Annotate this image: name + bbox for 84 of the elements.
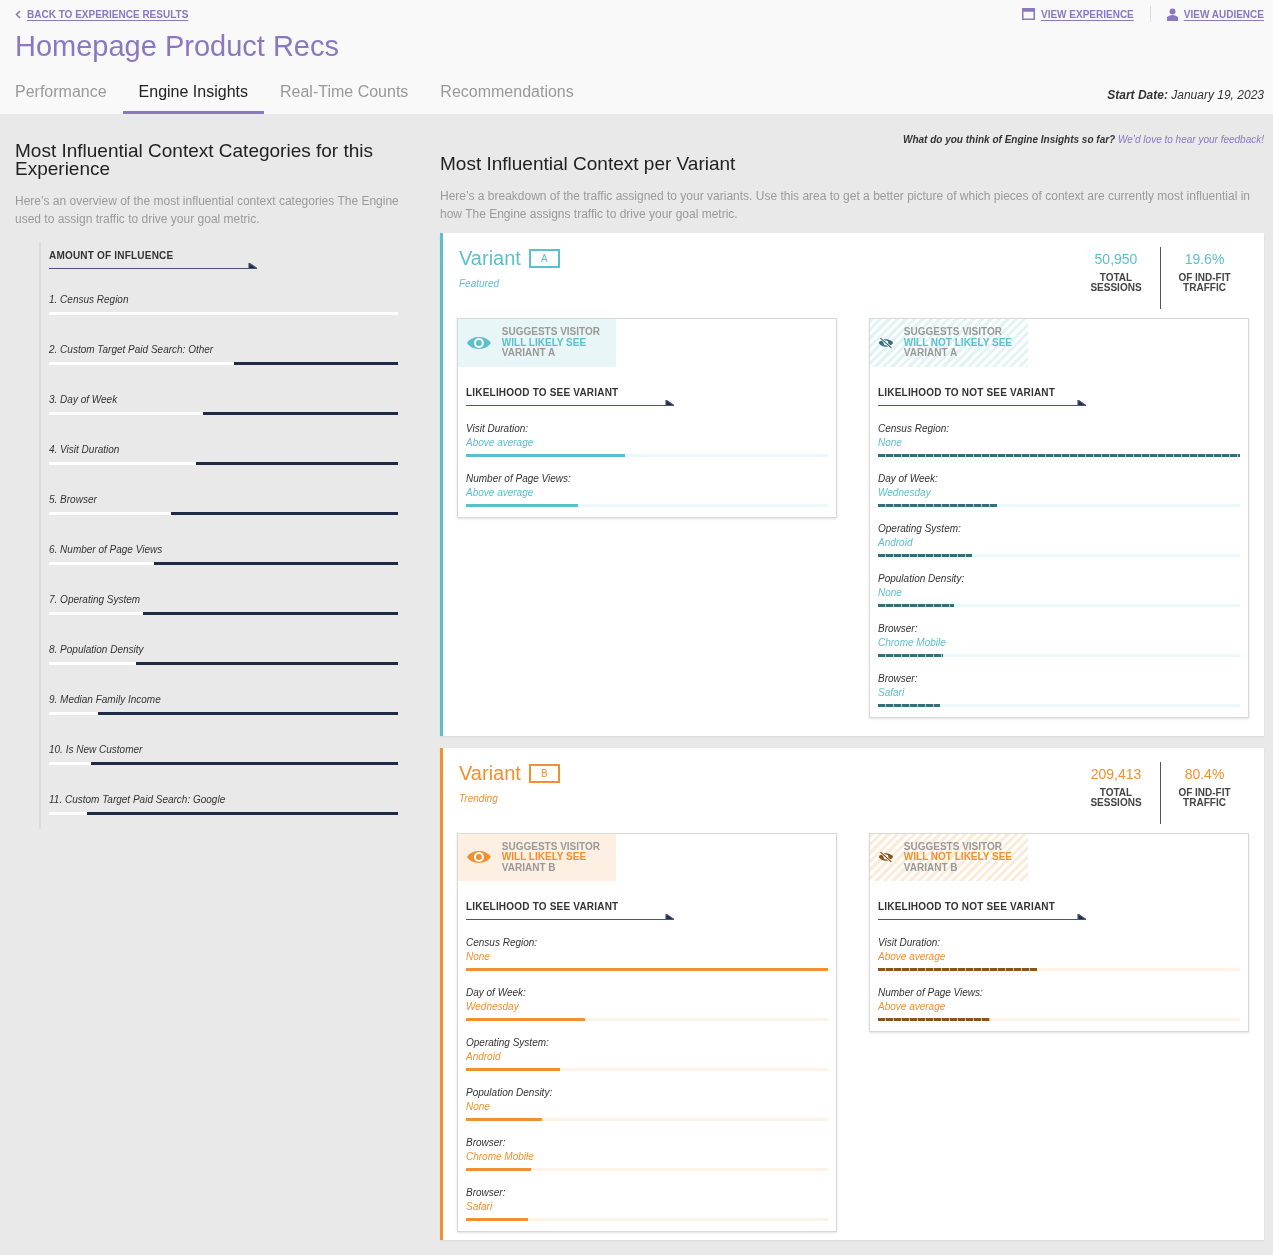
variant-name: Variant: [459, 247, 521, 270]
context-value: Above average: [878, 951, 947, 962]
context-label: Day of Week:: [466, 987, 527, 998]
browser-window-icon: [1022, 8, 1035, 20]
suggestion-badge: SUGGESTS VISITOR WILL NOT LIKELY SEE VARIANT A: [870, 319, 1028, 367]
axis-label: LIKELIHOOD TO SEE VARIANT: [466, 901, 620, 912]
category-label: 11. Custom Target Paid Search: Google: [49, 794, 227, 805]
tab[interactable]: Real-Time Counts: [264, 71, 425, 114]
category-label: 2. Custom Target Paid Search: Other: [49, 344, 215, 355]
context-label: Population Density:: [878, 572, 966, 584]
stat-label: OF IND-FIT TRAFFIC: [1177, 787, 1232, 808]
traffic-share: 80.4%: [1184, 765, 1225, 782]
context-value: Chrome Mobile: [878, 636, 947, 648]
context-label: Visit Duration:: [466, 422, 530, 434]
context-value: Above average: [878, 1001, 947, 1012]
axis-label: LIKELIHOOD TO NOT SEE VARIANT: [878, 386, 1057, 398]
context-label: Browser:: [878, 672, 919, 684]
category-label: 7. Operating System: [49, 594, 142, 605]
axis-label: LIKELIHOOD TO SEE VARIANT: [466, 386, 620, 398]
context-value: None: [878, 436, 903, 448]
feedback-prompt: What do you think of Engine Insights so far? We’d love to hear your feedback!: [902, 134, 1264, 145]
section-description: Here’s a breakdown of the traffic assigned to your variants. Use this area to get a better picture of which pieces of context are currently most influential in how The Engine assigns traffic to drive your goal metric.: [440, 188, 1251, 223]
context-value: None: [466, 951, 491, 962]
context-value: Safari: [466, 1201, 494, 1212]
context-value: Android: [878, 536, 914, 548]
section-heading: Most Influential Context Categories for this Experience: [15, 142, 374, 178]
context-label: Census Region:: [466, 937, 539, 948]
stat-label: TOTAL SESSIONS: [1089, 787, 1143, 808]
context-label: Operating System:: [878, 522, 962, 534]
context-value: Chrome Mobile: [466, 1151, 535, 1162]
feedback-link[interactable]: We’d love to hear your feedback!: [1118, 134, 1264, 145]
context-label: Browser:: [466, 1137, 507, 1148]
context-value: Wednesday: [878, 486, 932, 498]
stat-label: OF IND-FIT TRAFFIC: [1177, 273, 1232, 293]
header-link[interactable]: VIEW EXPERIENCE: [1022, 8, 1134, 20]
context-label: Operating System:: [466, 1037, 550, 1048]
category-label: 6. Number of Page Views: [49, 544, 164, 555]
context-value: Safari: [878, 686, 906, 698]
suggestion-badge: SUGGESTS VISITOR WILL LIKELY SEE VARIANT B: [458, 833, 616, 881]
context-label: Day of Week:: [878, 472, 939, 484]
context-label: Census Region:: [878, 422, 951, 434]
context-label: Visit Duration:: [878, 937, 942, 948]
context-value: Android: [466, 1051, 502, 1062]
page-title: Homepage Product Recs: [15, 30, 340, 63]
section-heading: Most Influential Context per Variant: [440, 155, 737, 173]
context-value: Wednesday: [466, 1001, 520, 1012]
chevron-left-icon: [15, 9, 21, 19]
variant-letter: B: [528, 763, 560, 783]
context-label: Browser:: [878, 622, 919, 634]
category-label: 5. Browser: [49, 494, 98, 505]
category-label: 4. Visit Duration: [49, 444, 121, 455]
stat-label: TOTAL SESSIONS: [1089, 273, 1143, 293]
header-link[interactable]: VIEW AUDIENCE: [1166, 7, 1264, 21]
context-label: Population Density:: [466, 1087, 554, 1098]
context-value: Above average: [466, 436, 535, 448]
context-value: Above average: [466, 486, 535, 498]
back-link[interactable]: BACK TO EXPERIENCE RESULTS: [15, 8, 189, 20]
variant-name: Variant: [459, 761, 521, 785]
tab[interactable]: Performance: [15, 71, 123, 114]
context-label: Number of Page Views:: [878, 987, 984, 998]
axis-label: LIKELIHOOD TO NOT SEE VARIANT: [878, 901, 1057, 912]
start-date: Start Date: January 19, 2023: [1107, 88, 1264, 104]
context-label: Number of Page Views:: [466, 472, 572, 484]
context-value: None: [466, 1101, 491, 1112]
category-label: 9. Median Family Income: [49, 694, 162, 705]
category-label: 10. Is New Customer: [49, 744, 144, 755]
person-icon: [1166, 7, 1178, 21]
context-value: None: [878, 586, 903, 598]
axis-label: AMOUNT OF INFLUENCE: [49, 250, 175, 261]
section-description: Here’s an overview of the most influential context categories The Engine used to assign traffic to drive your goal metric.: [15, 193, 400, 228]
category-label: 3. Day of Week: [49, 394, 119, 405]
traffic-share: 19.6%: [1184, 251, 1225, 267]
category-label: 8. Population Density: [49, 644, 145, 655]
sessions-count: 209,413: [1090, 765, 1142, 782]
sessions-count: 50,950: [1094, 251, 1138, 267]
category-label: 1. Census Region: [49, 294, 130, 305]
tab[interactable]: Engine Insights: [122, 71, 264, 114]
suggestion-badge: SUGGESTS VISITOR WILL LIKELY SEE VARIANT A: [458, 319, 616, 367]
suggestion-badge: SUGGESTS VISITOR WILL NOT LIKELY SEE VARIANT B: [870, 833, 1028, 881]
context-label: Browser:: [466, 1187, 507, 1198]
variant-tag: Trending: [459, 792, 560, 804]
variant-tag: Featured: [459, 278, 560, 289]
tab[interactable]: Recommendations: [424, 71, 590, 114]
variant-letter: A: [528, 249, 560, 268]
